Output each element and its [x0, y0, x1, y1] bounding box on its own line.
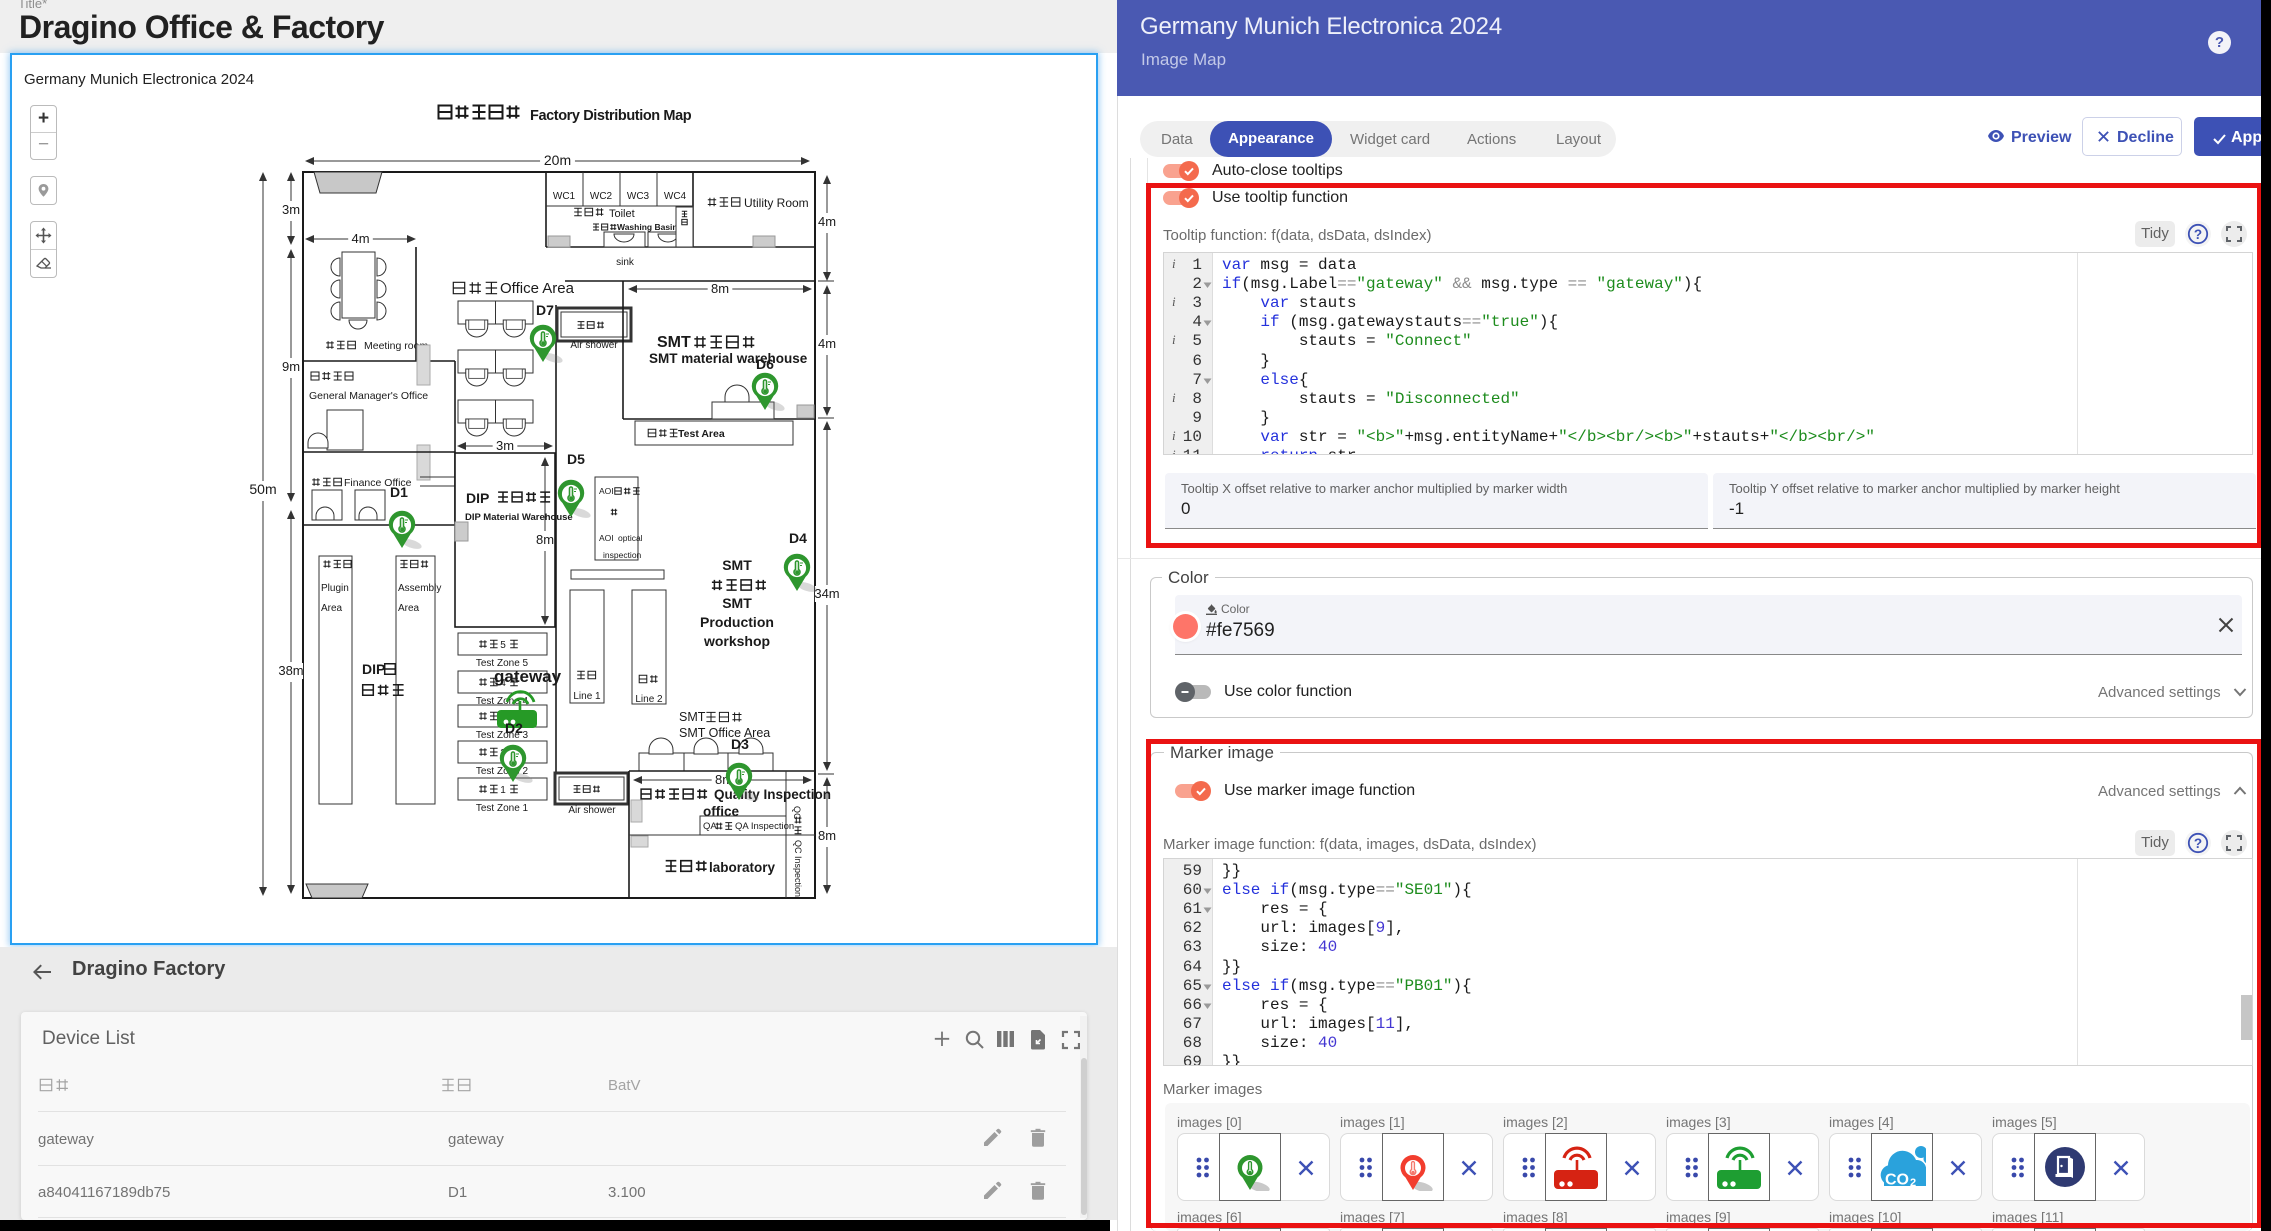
- svg-text:Quality Inspection: Quality Inspection: [714, 787, 831, 802]
- svg-text:SMT: SMT: [657, 334, 691, 351]
- svg-text:Air shower: Air shower: [568, 805, 616, 816]
- svg-text:Production: Production: [700, 614, 774, 630]
- svg-text:Assembly: Assembly: [398, 583, 441, 594]
- svg-text:QA: QA: [703, 821, 717, 832]
- svg-text:Plugin: Plugin: [321, 583, 349, 594]
- svg-text:Area: Area: [398, 603, 420, 614]
- svg-text:optical: optical: [618, 533, 643, 543]
- svg-text:3m: 3m: [282, 202, 300, 217]
- svg-text:38m: 38m: [278, 663, 303, 678]
- svg-text:D3: D3: [731, 736, 749, 752]
- svg-text:34m: 34m: [814, 586, 839, 601]
- svg-text:D2: D2: [505, 720, 523, 736]
- svg-text:Washing Basin: Washing Basin: [617, 222, 678, 232]
- svg-text:D4: D4: [789, 530, 807, 546]
- svg-text:QC Inspection: QC Inspection: [793, 840, 803, 897]
- svg-text:Office Area: Office Area: [500, 280, 575, 297]
- svg-text:8m: 8m: [711, 281, 729, 296]
- svg-text:3m: 3m: [496, 438, 514, 453]
- svg-text:8m: 8m: [536, 532, 554, 547]
- svg-text:20m: 20m: [544, 152, 571, 168]
- svg-text:SMT material warehouse: SMT material warehouse: [649, 351, 808, 366]
- svg-text:4m: 4m: [351, 231, 369, 246]
- svg-text:Line 2: Line 2: [635, 694, 663, 705]
- svg-text:50m: 50m: [249, 481, 276, 497]
- svg-text:AOI: AOI: [599, 486, 614, 496]
- svg-text:Area: Area: [321, 603, 343, 614]
- svg-text:WC1: WC1: [553, 191, 576, 202]
- svg-text:WC4: WC4: [664, 191, 687, 202]
- svg-text:DIP: DIP: [466, 490, 489, 506]
- svg-text:WC3: WC3: [627, 191, 650, 202]
- svg-text:workshop: workshop: [703, 633, 770, 649]
- svg-text:4m: 4m: [818, 336, 836, 351]
- svg-text:General Manager's Office: General Manager's Office: [309, 390, 428, 402]
- svg-text:SMT: SMT: [722, 595, 752, 611]
- svg-text:BatV: BatV: [608, 1077, 641, 1093]
- svg-text:Utility Room: Utility Room: [744, 196, 809, 210]
- svg-text:SMT: SMT: [722, 557, 752, 573]
- svg-text:D6: D6: [756, 356, 774, 372]
- svg-text:4m: 4m: [818, 214, 836, 229]
- svg-text:DIP Material Warehouse: DIP Material Warehouse: [465, 512, 573, 523]
- svg-text:Toilet: Toilet: [609, 208, 635, 220]
- svg-text:gateway: gateway: [494, 667, 562, 686]
- svg-text:5: 5: [500, 640, 506, 651]
- svg-text:D5: D5: [567, 451, 585, 467]
- svg-text:Factory Distribution Map: Factory Distribution Map: [530, 108, 692, 124]
- svg-text:DIP: DIP: [362, 661, 385, 677]
- svg-text:D1: D1: [390, 484, 408, 500]
- svg-text:Test Area: Test Area: [678, 428, 725, 440]
- svg-text:SMT Office Area: SMT Office Area: [679, 726, 770, 740]
- svg-text:AOI: AOI: [599, 533, 614, 543]
- svg-text:laboratory: laboratory: [709, 860, 776, 875]
- svg-text:inspection: inspection: [603, 550, 642, 560]
- svg-text:1: 1: [500, 785, 506, 796]
- svg-text:QA Inspection: QA Inspection: [735, 821, 794, 832]
- svg-text:WC2: WC2: [590, 191, 613, 202]
- svg-text:8m: 8m: [818, 828, 836, 843]
- svg-text:9m: 9m: [282, 359, 300, 374]
- svg-text:Test Zone 1: Test Zone 1: [476, 803, 529, 814]
- svg-text:D7: D7: [536, 302, 554, 318]
- svg-text:Line 1: Line 1: [573, 691, 601, 702]
- svg-text:SMT: SMT: [679, 710, 706, 724]
- svg-text:sink: sink: [616, 257, 635, 268]
- svg-text:Air shower: Air shower: [570, 340, 618, 351]
